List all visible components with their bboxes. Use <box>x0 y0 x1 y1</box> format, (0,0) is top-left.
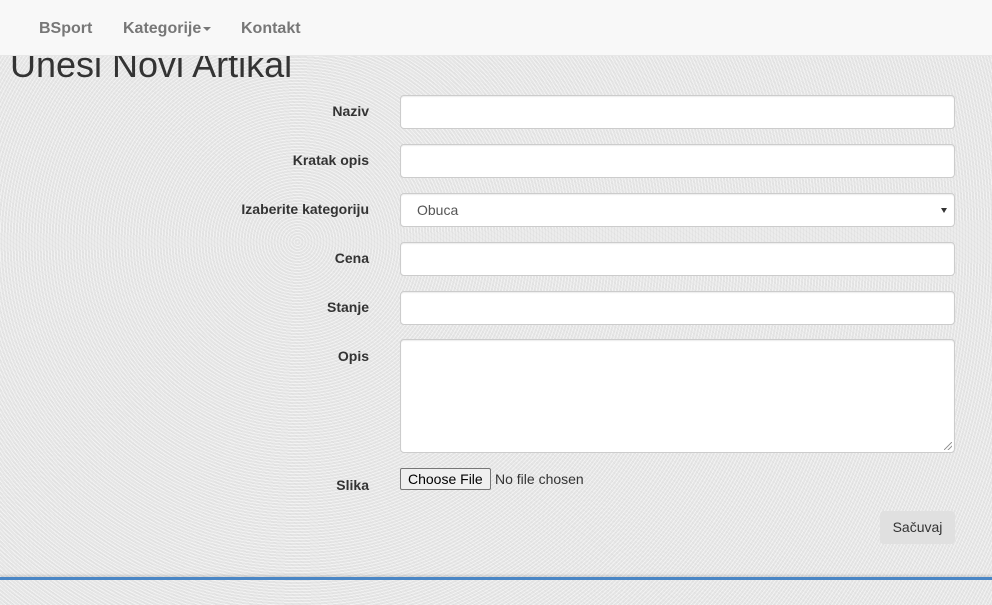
opis-label: Opis <box>337 348 369 364</box>
dropdown-arrow-icon <box>941 208 947 213</box>
kratak-opis-label: Kratak opis <box>292 152 369 168</box>
nav-brand-link[interactable]: BSport <box>39 0 92 55</box>
resize-grip-icon[interactable] <box>944 442 952 450</box>
stanje-input[interactable] <box>400 291 955 325</box>
kategorija-selected-value: Obuca <box>417 202 459 218</box>
naziv-label: Naziv <box>332 103 369 119</box>
save-button[interactable]: Sačuvaj <box>880 511 955 544</box>
nav-categories-dropdown[interactable]: Kategorije <box>123 0 212 55</box>
footer-divider <box>0 577 992 580</box>
nav-contact-link[interactable]: Kontakt <box>241 0 301 55</box>
slika-label: Slika <box>336 477 369 493</box>
naziv-input[interactable] <box>400 95 955 129</box>
kategorija-select[interactable]: Obuca <box>400 193 955 227</box>
cena-label: Cena <box>334 250 369 266</box>
cena-input[interactable] <box>400 242 955 276</box>
navbar: BSport Kategorije Kontakt <box>0 0 992 56</box>
stanje-label: Stanje <box>326 299 369 315</box>
kategorija-label: Izaberite kategoriju <box>241 201 369 217</box>
file-status-text: No file chosen <box>495 471 584 487</box>
kratak-opis-input[interactable] <box>400 144 955 178</box>
opis-textarea[interactable] <box>400 339 955 453</box>
caret-down-icon <box>203 26 212 31</box>
nav-categories-label: Kategorije <box>123 20 202 37</box>
choose-file-button[interactable]: Choose File <box>400 468 491 490</box>
